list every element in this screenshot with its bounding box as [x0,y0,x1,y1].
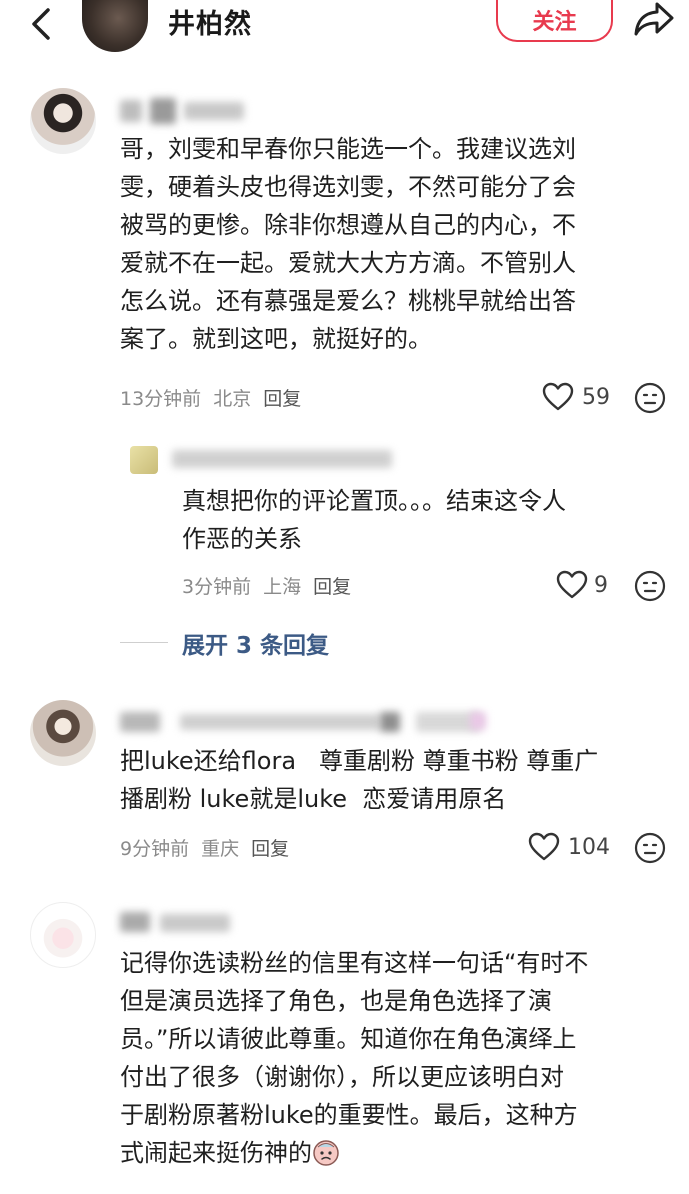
comment-time: 13分钟前 [120,388,202,410]
blurred-username [120,706,500,736]
reply-location: 上海 [263,576,302,598]
heart-icon [528,832,560,861]
like-button[interactable]: 9 [556,570,608,600]
comment-location: 重庆 [201,838,240,860]
like-button[interactable]: 104 [528,832,610,862]
like-count: 59 [582,384,610,410]
comment-meta: 9分钟前 重庆 回复 [120,834,301,861]
like-button[interactable]: 59 [542,382,610,412]
header-user-name: 井柏然 [168,9,252,40]
header-avatar[interactable] [82,0,148,52]
commenter-avatar[interactable] [30,902,96,968]
back-icon[interactable] [22,4,62,44]
like-count: 9 [594,572,608,598]
blurred-username [120,94,250,124]
expand-replies-button[interactable]: 展开 3 条回复 [182,626,329,660]
like-count: 104 [568,834,610,860]
reply-time: 3分钟前 [182,576,252,598]
comment-location: 北京 [213,388,252,410]
reply-text: 真想把你的评论置顶。。。结束这令人 作恶的关系 [182,487,566,553]
blurred-username [172,444,402,474]
emoji-face-icon[interactable] [634,382,666,414]
expand-divider [120,642,168,643]
comment-text: 把luke还给flora 尊重剧粉 尊重书粉 尊重广 播剧粉 luke就是luk… [120,747,599,813]
comment-text: 记得你选读粉丝的信里有这样一句话“有时不 但是演员选择了角色，也是角色选择了演 … [120,949,589,1167]
heart-icon [556,570,588,599]
share-icon[interactable] [632,0,676,40]
reply-button[interactable]: 回复 [313,576,351,598]
emoji-face-icon[interactable] [634,832,666,864]
reply-button[interactable]: 回复 [251,838,289,860]
reply-button[interactable]: 回复 [263,388,301,410]
comment-time: 9分钟前 [120,838,190,860]
reply-meta: 3分钟前 上海 回复 [182,572,363,599]
commenter-avatar[interactable] [30,700,96,766]
heart-icon [542,382,574,411]
emoji-face-icon[interactable] [634,570,666,602]
commenter-avatar[interactable] [30,88,96,154]
sad-face-emoji-icon [313,1140,339,1166]
comment-text: 哥，刘雯和早春你只能选一个。我建议选刘 雯，硬着头皮也得选刘雯，不然可能分了会 … [120,135,576,353]
comment-meta: 13分钟前 北京 回复 [120,384,313,411]
reply-avatar[interactable] [130,446,158,474]
blurred-username [120,906,240,936]
follow-button[interactable]: 关注 [496,0,613,42]
